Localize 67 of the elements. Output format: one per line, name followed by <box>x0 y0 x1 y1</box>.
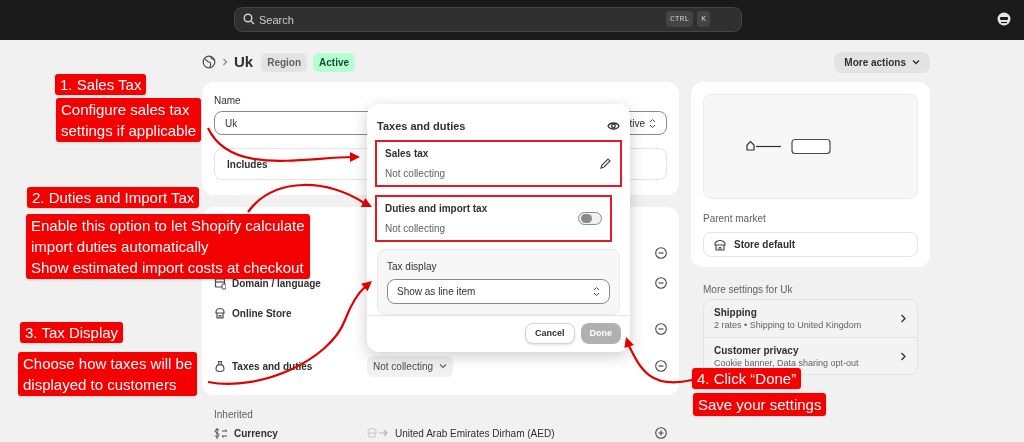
more-actions-button[interactable]: More actions <box>834 51 930 73</box>
page-title: Uk <box>234 51 254 72</box>
breadcrumb-chevron-icon <box>222 58 228 66</box>
keyboard-key: K <box>697 11 710 27</box>
field-label: Name <box>214 95 242 107</box>
globe-icon <box>202 55 216 69</box>
section-title: Sales tax <box>385 146 430 161</box>
section-title: Duties and import tax <box>385 201 489 216</box>
select-arrows-icon <box>593 285 600 297</box>
chevron-down-icon <box>912 59 920 65</box>
currency-icon <box>214 426 228 440</box>
remove-icon[interactable] <box>655 360 667 372</box>
item-subtitle: Cookie banner, Data sharing opt-out <box>714 356 860 369</box>
callout-text: Enable this option to let Shopify calculate <box>31 216 305 236</box>
select-arrows-icon <box>649 117 656 129</box>
avatar-icon[interactable] <box>997 12 1011 26</box>
chevron-right-icon <box>900 351 907 361</box>
section-label: Inherited <box>213 408 254 422</box>
callout-text: Choose how taxes will be <box>23 354 193 374</box>
settings-list-item[interactable]: Shipping 2 rates • Shipping to United Kingdom <box>704 300 917 337</box>
value-dropdown[interactable]: Not collecting <box>367 355 454 377</box>
store-icon <box>714 238 726 251</box>
parent-market-field[interactable]: Store default <box>703 232 918 257</box>
store-to-currency-icon <box>367 427 389 439</box>
chevron-down-icon <box>439 363 448 369</box>
row-icon <box>214 359 226 373</box>
callout-text: Save your settings <box>698 395 822 415</box>
remove-icon[interactable] <box>655 277 667 289</box>
field-label: Tax display <box>387 259 438 274</box>
item-subtitle: 2 rates • Shipping to United Kingdom <box>714 319 863 331</box>
field-label: Parent market <box>703 212 767 226</box>
callout-text: displayed to customers <box>23 375 178 395</box>
callout-text: Configure sales tax <box>61 100 191 120</box>
search-icon <box>243 13 255 25</box>
includes-label: Includes <box>227 157 268 172</box>
status-badge: Region <box>261 52 308 72</box>
item-title: Shipping <box>714 306 758 319</box>
callout-tooltip: 3. Tax Display <box>20 322 124 343</box>
keyboard-key: CTRL <box>666 11 694 27</box>
section-status: Not collecting <box>385 166 447 181</box>
popover-title: Taxes and duties <box>377 118 466 134</box>
row-icon <box>214 307 226 320</box>
callout-text: settings if applicable <box>61 121 197 141</box>
remove-icon[interactable] <box>655 247 667 259</box>
remove-icon[interactable] <box>655 322 667 335</box>
callout-text: Show estimated import costs at checkout <box>31 258 305 278</box>
chevron-right-icon <box>900 314 907 323</box>
tax-display-select[interactable]: Show as line item <box>387 278 610 304</box>
add-icon[interactable] <box>655 427 667 439</box>
section-status: Not collecting <box>385 221 447 236</box>
callout-tooltip: 1. Sales Tax <box>55 74 147 95</box>
row-label: Online Store <box>232 307 292 321</box>
toggle-switch[interactable] <box>578 211 602 225</box>
callout-text: import duties automatically <box>31 237 210 257</box>
annotation-arrow <box>624 337 693 384</box>
pencil-icon[interactable] <box>599 156 612 170</box>
row-value: United Arab Emirates Dirham (AED) <box>395 426 555 441</box>
callout-tooltip: 4. Click “Done” <box>692 368 802 389</box>
eye-icon[interactable] <box>607 120 620 131</box>
row-icon <box>214 276 226 290</box>
status-badge: Active <box>313 52 356 72</box>
callout-tooltip: 2. Duties and Import Tax <box>27 187 200 208</box>
row-label: Currency <box>234 426 278 441</box>
item-title: Customer privacy <box>714 343 800 357</box>
dialog-button[interactable]: Cancel <box>525 323 575 345</box>
section-label: More settings for Uk <box>702 283 794 297</box>
row-label: Domain / language <box>232 276 321 291</box>
